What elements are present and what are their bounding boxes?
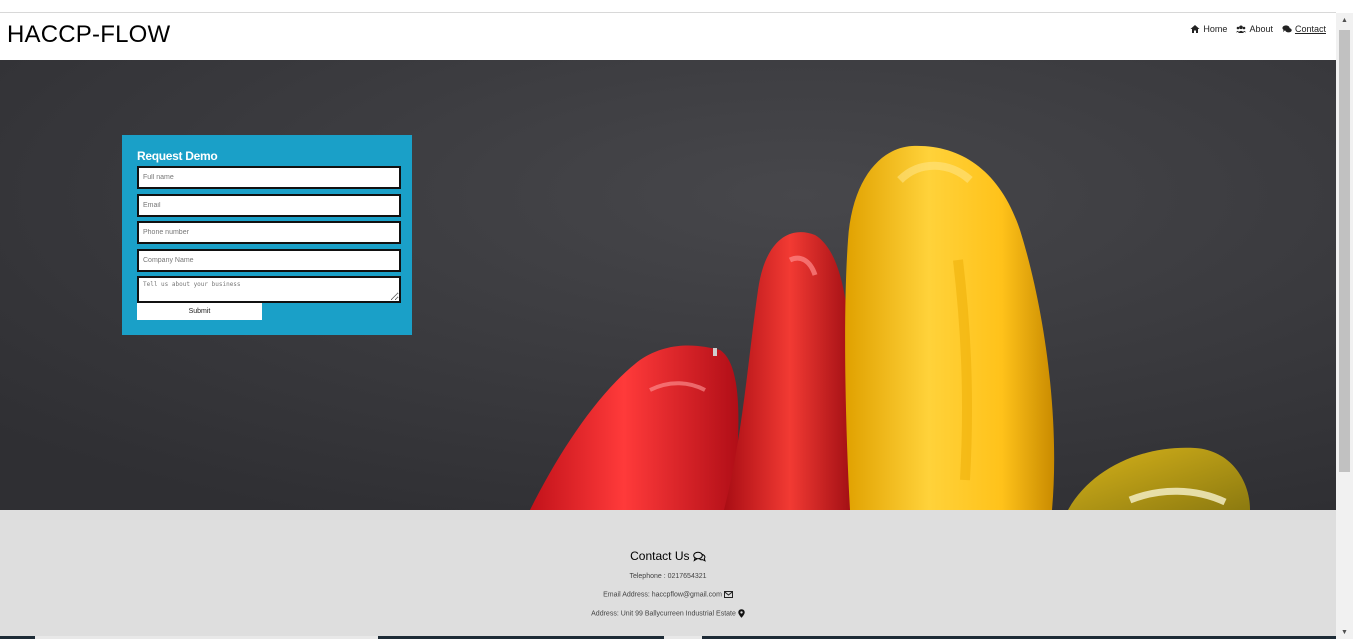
map-marker-icon (738, 609, 745, 618)
nav-about-label: About (1249, 24, 1273, 34)
scrollbar-thumb[interactable] (1339, 30, 1350, 472)
envelope-icon (723, 591, 733, 598)
nav-contact[interactable]: Contact (1282, 24, 1326, 34)
email-text[interactable]: Email Address: haccpflow@gmail.com (603, 591, 722, 598)
nav-home[interactable]: Home (1190, 24, 1227, 34)
company-name-input[interactable] (137, 249, 401, 272)
home-icon (1190, 25, 1200, 33)
nav-about[interactable]: About (1236, 24, 1273, 34)
business-description-textarea[interactable] (137, 276, 401, 303)
users-icon (1236, 25, 1247, 33)
clipped-banner-text: ▔ ▔▔ ▔ ▔ ▔▔▔ ▔ ▔▔▔ ▔ ▔▔ ▔ ▔ ▔▔▔▔ ▔ ▔ ▔▔ … (320, 0, 1260, 3)
vertical-scrollbar[interactable]: ▲ ▼ (1336, 13, 1353, 639)
chevron-up-icon[interactable]: ▲ (1336, 13, 1353, 27)
submit-button[interactable]: Submit (137, 303, 262, 320)
phone-input[interactable] (137, 221, 401, 244)
main-nav: Home About Contact (1190, 24, 1326, 34)
navbar: HACCP-FLOW Home About Contact (0, 13, 1336, 60)
address-line: Address: Unit 99 Ballycurreen Industrial… (0, 609, 1336, 618)
browser-top-strip: ▔ ▔▔ ▔ ▔ ▔▔▔ ▔ ▔▔▔ ▔ ▔▔ ▔ ▔ ▔▔▔▔ ▔ ▔ ▔▔ … (0, 0, 1336, 13)
contact-footer: Contact Us Telephone : 0217654321 Email … (0, 510, 1336, 639)
comments-icon (693, 552, 706, 563)
request-demo-form: Request Demo Submit (122, 135, 412, 335)
form-title: Request Demo (137, 149, 218, 163)
full-name-input[interactable] (137, 166, 401, 189)
chevron-down-icon[interactable]: ▼ (1336, 625, 1353, 639)
contact-title-text: Contact Us (630, 549, 690, 563)
email-input[interactable] (137, 194, 401, 217)
brand-logo[interactable]: HACCP-FLOW (7, 21, 170, 49)
nav-contact-label: Contact (1294, 24, 1326, 34)
telephone-line: Telephone : 0217654321 (629, 573, 707, 580)
nav-home-label: Home (1203, 24, 1228, 34)
comments-icon (1282, 25, 1292, 33)
contact-title: Contact Us (0, 549, 1336, 563)
email-line: Email Address: haccpflow@gmail.com (0, 591, 1336, 598)
address-text: Address: Unit 99 Ballycurreen Industrial… (591, 610, 736, 618)
